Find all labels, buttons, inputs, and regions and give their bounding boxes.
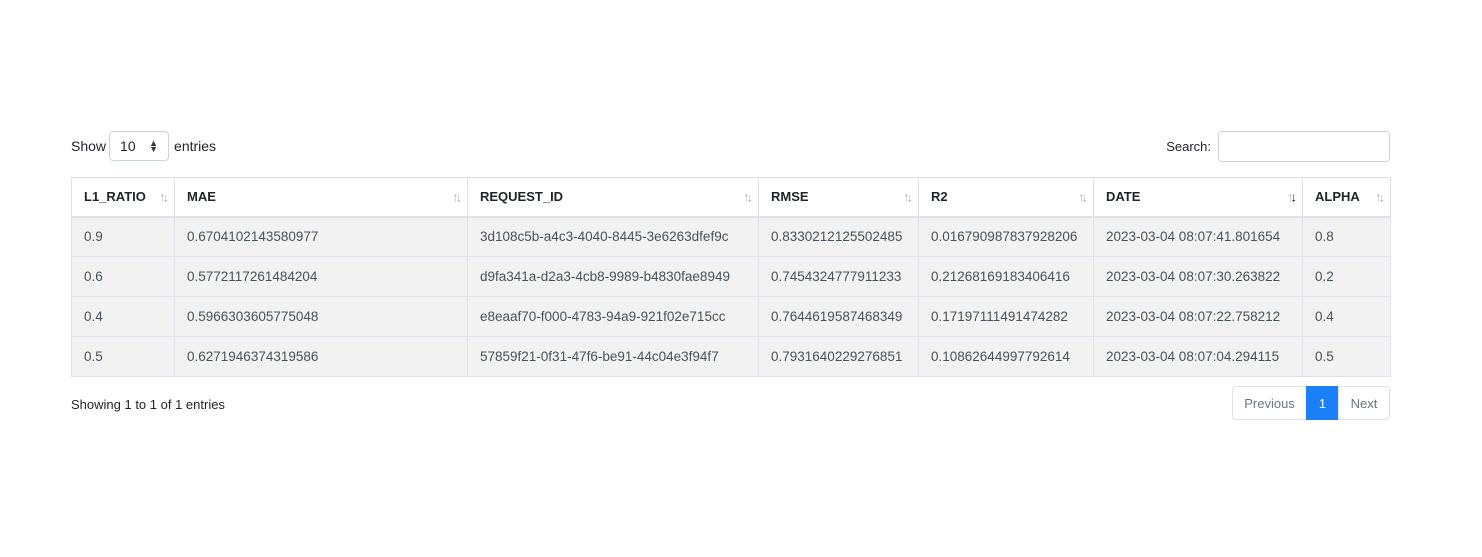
- cell-rmse: 0.7454324777911233: [758, 256, 919, 297]
- cell-date: 2023-03-04 08:07:41.801654: [1093, 216, 1303, 257]
- column-header-label: REQUEST_ID: [480, 189, 564, 205]
- cell-alpha: 0.8: [1302, 216, 1391, 257]
- table-row: 0.9 0.6704102143580977 3d108c5b-a4c3-4040-…: [71, 216, 1391, 257]
- length-prefix: Show: [71, 138, 107, 154]
- cell-date: 2023-03-04 08:07:30.263822: [1093, 256, 1303, 297]
- cell-request-id: 57859f21-0f31-47f6-be91-44c04e3f94f7: [467, 336, 759, 377]
- length-suffix: entries: [174, 138, 217, 154]
- column-header-label: R2: [931, 189, 948, 205]
- column-header-label: DATE: [1106, 189, 1141, 205]
- entries-select-value: 10: [120, 138, 136, 154]
- cell-date: 2023-03-04 08:07:04.294115: [1093, 336, 1303, 377]
- results-table: L1_RATIO ↑↓ MAE ↑↓ REQUEST_ID ↑↓ RMSE ↑↓ R2 ↑↓ DAT…: [71, 177, 1391, 377]
- cell-r2: 0.21268169183406416: [918, 256, 1094, 297]
- cell-r2: 0.10862644997792614: [918, 336, 1094, 377]
- column-header-alpha[interactable]: ALPHA ↑↓: [1302, 177, 1391, 218]
- sort-icon: ↑↓: [159, 189, 169, 205]
- column-header-date[interactable]: DATE ↑↓: [1093, 177, 1303, 218]
- cell-request-id: e8eaaf70-f000-4783-94a9-921f02e715cc: [467, 296, 759, 337]
- cell-alpha: 0.2: [1302, 256, 1391, 297]
- cell-r2: 0.17197111491474282: [918, 296, 1094, 337]
- search-input[interactable]: [1218, 130, 1390, 162]
- pagination: Previous 1 Next: [1232, 386, 1390, 420]
- column-header-label: MAE: [187, 189, 216, 205]
- table-row: 0.6 0.5772117261484204 d9fa341a-d2a3-4cb8-…: [71, 256, 1391, 297]
- cell-date: 2023-03-04 08:07:22.758212: [1093, 296, 1303, 337]
- table-body: 0.9 0.6704102143580977 3d108c5b-a4c3-4040-…: [71, 216, 1391, 377]
- cell-mae: 0.6271946374319586: [174, 336, 468, 377]
- column-header-label: L1_RATIO: [84, 189, 146, 205]
- column-header-rmse[interactable]: RMSE ↑↓: [758, 177, 919, 218]
- table-row: 0.4 0.5966303605775048 e8eaaf70-f000-4783-…: [71, 296, 1391, 337]
- search-filter: Search:: [1166, 130, 1390, 162]
- sort-descending-icon: ↑↓: [1287, 189, 1297, 205]
- sort-icon: ↑↓: [1375, 189, 1385, 205]
- cell-request-id: d9fa341a-d2a3-4cb8-9989-b4830fae8949: [467, 256, 759, 297]
- column-header-l1-ratio[interactable]: L1_RATIO ↑↓: [71, 177, 175, 218]
- datatable-wrapper: Show 10 ▲ ▼ entries Search: L1_RATIO ↑↓ MAE…: [71, 130, 1391, 430]
- cell-mae: 0.6704102143580977: [174, 216, 468, 257]
- table-controls: Show 10 ▲ ▼ entries Search:: [71, 130, 1390, 177]
- column-header-mae[interactable]: MAE ↑↓: [174, 177, 468, 218]
- cell-alpha: 0.5: [1302, 336, 1391, 377]
- cell-mae: 0.5966303605775048: [174, 296, 468, 337]
- updown-caret-icon: ▲ ▼: [149, 138, 159, 154]
- entries-select[interactable]: 10 ▲ ▼: [109, 131, 170, 161]
- cell-alpha: 0.4: [1302, 296, 1391, 337]
- sort-icon: ↑↓: [903, 189, 913, 205]
- table-info: Showing 1 to 1 of 1 entries: [71, 397, 225, 412]
- column-header-request-id[interactable]: REQUEST_ID ↑↓: [467, 177, 759, 218]
- column-header-label: RMSE: [771, 189, 809, 205]
- cell-l1-ratio: 0.4: [71, 296, 175, 337]
- cell-rmse: 0.7644619587468349: [758, 296, 919, 337]
- cell-l1-ratio: 0.6: [71, 256, 175, 297]
- table-footer: Showing 1 to 1 of 1 entries Previous 1 N…: [71, 386, 1390, 430]
- table-row: 0.5 0.6271946374319586 57859f21-0f31-47f6-…: [71, 336, 1391, 377]
- cell-request-id: 3d108c5b-a4c3-4040-8445-3e6263dfef9c: [467, 216, 759, 257]
- sort-icon: ↑↓: [743, 189, 753, 205]
- sort-icon: ↑↓: [1078, 189, 1088, 205]
- search-label: Search:: [1166, 138, 1211, 154]
- previous-page-button[interactable]: Previous: [1232, 386, 1307, 420]
- cell-mae: 0.5772117261484204: [174, 256, 468, 297]
- next-page-button[interactable]: Next: [1338, 386, 1390, 420]
- cell-l1-ratio: 0.5: [71, 336, 175, 377]
- cell-l1-ratio: 0.9: [71, 216, 175, 257]
- cell-rmse: 0.8330212125502485: [758, 216, 919, 257]
- length-menu: Show 10 ▲ ▼ entries: [71, 131, 216, 161]
- sort-icon: ↑↓: [452, 189, 462, 205]
- table-header-row: L1_RATIO ↑↓ MAE ↑↓ REQUEST_ID ↑↓ RMSE ↑↓ R2 ↑↓ DAT…: [71, 177, 1391, 218]
- page-1-button[interactable]: 1: [1306, 386, 1339, 420]
- cell-r2: 0.016790987837928206: [918, 216, 1094, 257]
- column-header-r2[interactable]: R2 ↑↓: [918, 177, 1094, 218]
- column-header-label: ALPHA: [1315, 189, 1360, 205]
- cell-rmse: 0.7931640229276851: [758, 336, 919, 377]
